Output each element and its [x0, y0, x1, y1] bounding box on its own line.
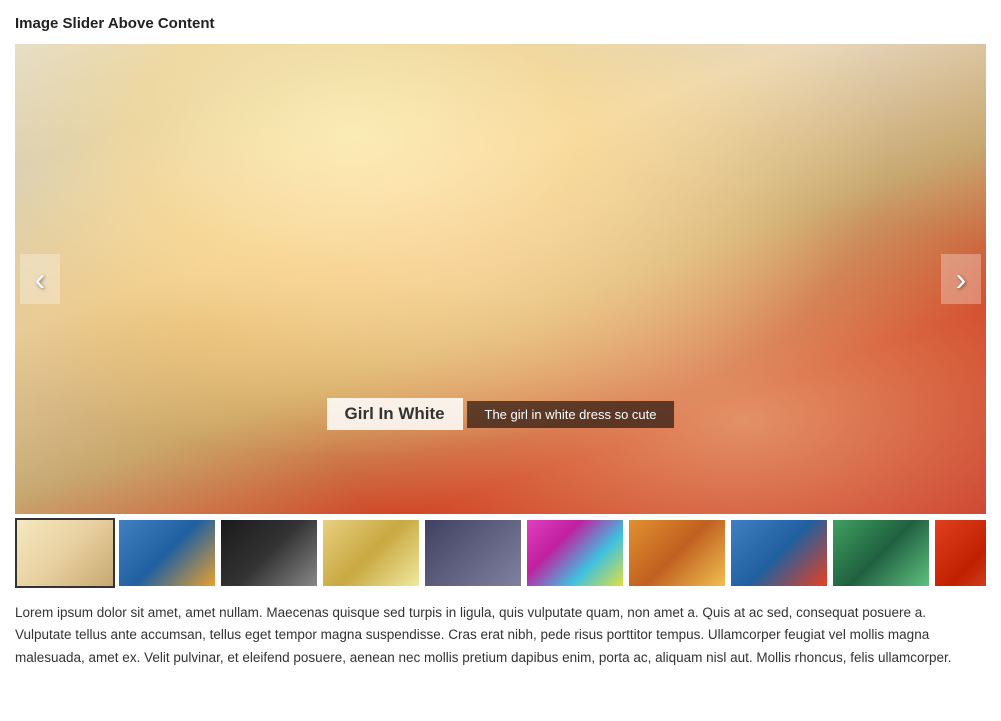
thumbnail-4-image	[323, 520, 419, 586]
thumbnail-1-image	[17, 520, 113, 586]
thumbnail-8[interactable]	[729, 518, 829, 588]
thumbnail-5[interactable]	[423, 518, 523, 588]
thumbnail-10[interactable]	[933, 518, 986, 588]
thumbnail-2[interactable]	[117, 518, 217, 588]
thumbnail-8-image	[731, 520, 827, 586]
thumbnail-6[interactable]	[525, 518, 625, 588]
page-wrapper: Image Slider Above Content ‹ › Girl In W…	[0, 0, 1001, 679]
slider-caption: Girl In White The girl in white dress so…	[327, 398, 675, 434]
slider-caption-title: Girl In White	[327, 398, 463, 430]
thumbnail-9-image	[833, 520, 929, 586]
slider-next-button[interactable]: ›	[941, 254, 981, 304]
thumbnail-10-image	[935, 520, 986, 586]
thumbnail-6-image	[527, 520, 623, 586]
thumbnail-5-image	[425, 520, 521, 586]
thumbnail-2-image	[119, 520, 215, 586]
thumbnail-1[interactable]	[15, 518, 115, 588]
thumbnail-9[interactable]	[831, 518, 931, 588]
thumbnail-7-image	[629, 520, 725, 586]
image-slider: ‹ › Girl In White The girl in white dres…	[15, 44, 986, 514]
thumbnail-4[interactable]	[321, 518, 421, 588]
thumbnail-3[interactable]	[219, 518, 319, 588]
slider-prev-button[interactable]: ‹	[20, 254, 60, 304]
thumbnail-3-image	[221, 520, 317, 586]
thumbnails-row	[15, 514, 986, 592]
slider-caption-desc: The girl in white dress so cute	[467, 401, 675, 428]
page-title: Image Slider Above Content	[15, 15, 986, 32]
slide-image	[15, 44, 986, 514]
thumbnail-7[interactable]	[627, 518, 727, 588]
body-text: Lorem ipsum dolor sit amet, amet nullam.…	[15, 602, 986, 669]
